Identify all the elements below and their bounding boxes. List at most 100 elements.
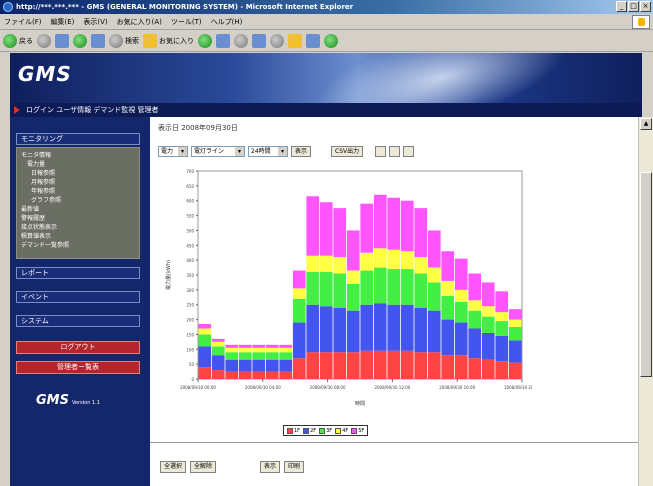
- csv-button[interactable]: CSV出力: [331, 145, 364, 157]
- tree-item-latest[interactable]: 最新値: [21, 205, 135, 214]
- minimize-button[interactable]: _: [616, 1, 627, 12]
- bar-segment: [360, 304, 374, 351]
- nav-strip-text[interactable]: ログイン ユーザ情報 デマンド監視 管理者: [26, 105, 159, 115]
- forward-arrow-icon: [37, 33, 51, 48]
- tree-item-alarm-history[interactable]: 警報履歴: [21, 214, 135, 223]
- tree-item-yearly[interactable]: 年報参照: [21, 187, 135, 196]
- menu-tools[interactable]: ツール(T): [171, 17, 202, 27]
- scroll-thumb[interactable]: [640, 172, 652, 377]
- close-button[interactable]: ×: [640, 1, 651, 12]
- tree-item-graph[interactable]: グラフ参照: [21, 196, 135, 205]
- bar-segment: [211, 370, 225, 379]
- tree-item-contact-status[interactable]: 接点状態表示: [21, 223, 135, 232]
- tree-item-energy[interactable]: 電力量: [21, 160, 135, 169]
- messenger-button[interactable]: [306, 33, 320, 49]
- admin-list-button[interactable]: 管理者ー覧表: [16, 361, 140, 374]
- discuss-button[interactable]: [270, 33, 284, 49]
- bar-segment: [198, 367, 212, 379]
- tree-item-monitor-info[interactable]: モニタ情報: [21, 151, 135, 160]
- bar-segment: [198, 334, 212, 347]
- sidebar-section-system[interactable]: システム: [16, 315, 140, 327]
- tools-button[interactable]: [324, 33, 338, 49]
- back-label: 戻る: [19, 36, 33, 45]
- bar-segment: [373, 303, 387, 351]
- refresh-button[interactable]: [73, 33, 87, 49]
- bar-segment: [292, 298, 306, 323]
- y-tick-label: 300: [186, 288, 194, 293]
- menu-help[interactable]: ヘルプ(H): [211, 17, 243, 27]
- prev-button[interactable]: [375, 145, 387, 157]
- bar-segment: [265, 359, 279, 372]
- type-select[interactable]: 電力: [158, 145, 188, 157]
- favorites-label: お気に入り: [159, 36, 194, 45]
- tree-item-monthly[interactable]: 月報参照: [21, 178, 135, 187]
- bar-segment: [279, 359, 293, 372]
- bar-segment: [238, 371, 252, 379]
- bar-segment: [346, 310, 360, 353]
- window-left-border: [0, 53, 10, 486]
- legend-label: 4F: [342, 427, 349, 434]
- bar-segment: [225, 352, 239, 360]
- back-button[interactable]: 戻る: [3, 33, 33, 49]
- search-button[interactable]: 検索: [109, 33, 139, 49]
- scroll-up-icon[interactable]: ▲: [640, 118, 652, 130]
- favorites-button[interactable]: お気に入り: [143, 33, 194, 49]
- legend-item: 4F: [335, 427, 349, 434]
- sidebar-section-monitoring[interactable]: モニタリング: [16, 133, 140, 145]
- tree-item-integrated[interactable]: 積算値表示: [21, 232, 135, 241]
- bar-segment: [252, 347, 266, 353]
- deselect-all-button[interactable]: 全解除: [190, 461, 217, 473]
- line-select[interactable]: 電灯ライン: [191, 145, 245, 157]
- menu-edit[interactable]: 編集(E): [51, 17, 75, 27]
- bar-segment: [454, 322, 468, 356]
- bar-segment: [306, 255, 320, 273]
- bar-segment: [238, 344, 252, 348]
- edit-button[interactable]: [252, 33, 266, 49]
- menu-favorites[interactable]: お気に入り(A): [117, 17, 162, 27]
- bar-segment: [468, 310, 482, 329]
- sidebar-section-event[interactable]: イベント: [16, 291, 140, 303]
- bar-segment: [414, 307, 428, 353]
- bar-segment: [468, 300, 482, 311]
- main-content: 表示日 2008年09月30日 電力 電灯ライン 24時間 表示 CSV出力 0…: [150, 117, 638, 486]
- stop-button[interactable]: [55, 33, 69, 49]
- x-axis-label: 時間: [355, 401, 365, 407]
- menu-file[interactable]: ファイル(F): [4, 17, 42, 27]
- forward-button[interactable]: [37, 33, 51, 49]
- bar-segment: [360, 203, 374, 253]
- maximize-button[interactable]: □: [628, 1, 639, 12]
- home-button[interactable]: [91, 33, 105, 49]
- x-tick-label: 2008/09/30 04:00: [245, 385, 281, 390]
- bar-segment: [225, 371, 239, 379]
- sidebar-logo-text: GMS: [36, 393, 69, 408]
- bar-segment: [265, 352, 279, 360]
- bar-segment: [198, 346, 212, 368]
- tree-item-daily[interactable]: 日報参照: [21, 169, 135, 178]
- windows-logo-icon: [632, 15, 650, 29]
- display-button[interactable]: 表示: [260, 461, 281, 473]
- bar-segment: [360, 252, 374, 271]
- bar-segment: [306, 352, 320, 379]
- x-tick-label: 2008/09/30 12:00: [374, 385, 410, 390]
- bar-segment: [292, 358, 306, 379]
- folder-button[interactable]: [288, 33, 302, 49]
- menu-view[interactable]: 表示(V): [83, 17, 107, 27]
- bar-segment: [454, 258, 468, 290]
- sidebar-tree: モニタ情報 電力量 日報参照 月報参照 年報参照 グラフ参照 最新値 警報履歴 …: [16, 147, 140, 259]
- print-button[interactable]: [234, 33, 248, 49]
- show-button[interactable]: 表示: [291, 145, 312, 157]
- select-all-button[interactable]: 全選択: [160, 461, 187, 473]
- next-button[interactable]: [403, 145, 415, 157]
- tree-item-demand-list[interactable]: デマンド一覧参照: [21, 241, 135, 250]
- vertical-scrollbar[interactable]: ▲: [638, 117, 653, 486]
- bar-segment: [265, 371, 279, 379]
- print-page-button[interactable]: 印刷: [284, 461, 305, 473]
- period-select[interactable]: 24時間: [248, 145, 288, 157]
- mail-button[interactable]: [216, 33, 230, 49]
- bar-segment: [508, 340, 522, 363]
- today-button[interactable]: [389, 145, 401, 157]
- y-tick-label: 450: [186, 243, 194, 248]
- history-button[interactable]: [198, 33, 212, 49]
- logout-button[interactable]: ログアウト: [16, 341, 140, 354]
- sidebar-section-report[interactable]: レポート: [16, 267, 140, 279]
